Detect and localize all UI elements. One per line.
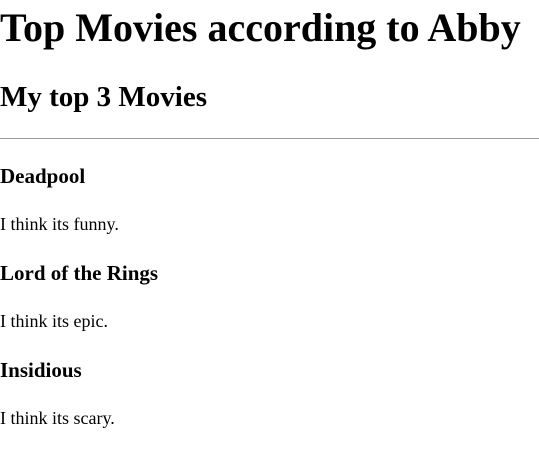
- page-subtitle: My top 3 Movies: [0, 81, 207, 113]
- movie-title-deadpool: Deadpool: [0, 164, 86, 188]
- movie-description-insidious: I think its scary.: [0, 408, 115, 428]
- movie-description-deadpool: I think its funny.: [0, 214, 119, 234]
- movie-title-insidious: Insidious: [0, 358, 82, 382]
- divider: [0, 138, 539, 139]
- page-title: Top Movies according to Abby: [0, 5, 521, 50]
- movie-title-lord-of-the-rings: Lord of the Rings: [0, 261, 159, 285]
- movie-description-lord-of-the-rings: I think its epic.: [0, 311, 108, 331]
- page: Top Movies according to Abby My top 3 Mo…: [0, 0, 539, 469]
